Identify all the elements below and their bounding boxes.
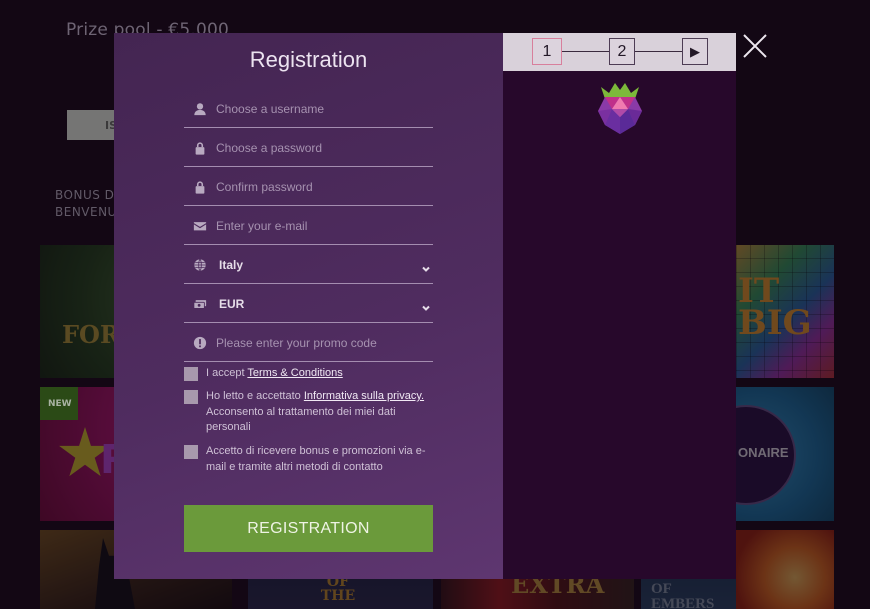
marketing-label: Accetto di ricevere bonus e promozioni v…: [206, 445, 426, 473]
registration-modal: Registration Choose a username Choose a …: [114, 33, 503, 579]
game-tile-hit-it-big[interactable]: IT BIG: [736, 245, 834, 378]
close-icon: [743, 34, 767, 58]
marketing-checkbox-row: Accetto di ricevere bonus e promozioni v…: [184, 444, 434, 475]
step-indicator: 1 2 ▶: [503, 33, 736, 71]
username-input[interactable]: Choose a username: [184, 90, 433, 128]
chevron-down-icon: [421, 259, 431, 272]
bonus-text-line2: BENVENU: [55, 205, 117, 219]
step-connector: [561, 51, 609, 52]
registration-side-panel: 1 2 ▶: [503, 33, 736, 579]
chevron-down-icon: [421, 298, 431, 311]
privacy-link[interactable]: Informativa sulla privacy.: [304, 390, 424, 402]
terms-checkbox[interactable]: [184, 367, 198, 381]
game-tile-millionaire[interactable]: ONAIRE: [736, 387, 834, 521]
country-select[interactable]: Italy: [184, 246, 433, 284]
currency-select[interactable]: EUR: [184, 285, 433, 323]
promo-code-input[interactable]: Please enter your promo code: [184, 324, 433, 362]
privacy-checkbox-row: Ho letto e accettato Informativa sulla p…: [184, 389, 434, 436]
country-value: Italy: [219, 257, 244, 272]
exclamation-icon: [192, 335, 208, 351]
username-placeholder: Choose a username: [216, 101, 325, 116]
bonus-text-line1: BONUS D: [55, 188, 115, 202]
currency-value: EUR: [219, 296, 245, 311]
email-placeholder: Enter your e-mail: [216, 218, 308, 233]
privacy-label: Ho letto e accettato Informativa sulla p…: [206, 389, 434, 436]
globe-icon: [192, 257, 208, 273]
privacy-prefix: Ho letto e accettato: [206, 390, 304, 402]
password-placeholder: Choose a password: [216, 140, 323, 155]
game-tile-fire-lady[interactable]: [736, 530, 834, 609]
close-modal-button[interactable]: [741, 32, 769, 60]
privacy-suffix: Acconsento al trattamento dei miei dati …: [206, 405, 396, 434]
lock-icon: [192, 179, 208, 195]
terms-link[interactable]: Terms & Conditions: [247, 367, 342, 379]
new-badge: NEW: [40, 387, 78, 420]
promo-code-placeholder: Please enter your promo code: [216, 335, 377, 350]
raspberry-logo-icon: [598, 83, 642, 134]
step-2: 2: [609, 38, 635, 65]
lock-icon: [192, 140, 208, 156]
user-icon: [192, 101, 208, 117]
step-1: 1: [532, 38, 562, 65]
confirm-password-placeholder: Confirm password: [216, 179, 313, 194]
confirm-password-input[interactable]: Confirm password: [184, 168, 433, 206]
privacy-checkbox[interactable]: [184, 390, 198, 404]
money-icon: [192, 296, 208, 312]
terms-checkbox-row: I accept Terms & Conditions: [184, 366, 434, 382]
bonus-text: BONUS D BENVENU: [55, 187, 117, 221]
envelope-icon: [192, 218, 208, 234]
marketing-checkbox[interactable]: [184, 445, 198, 459]
terms-prefix: I accept: [206, 367, 248, 379]
terms-label: I accept Terms & Conditions: [206, 366, 343, 382]
step-next-play-icon: ▶: [682, 38, 708, 65]
email-input[interactable]: Enter your e-mail: [184, 207, 433, 245]
modal-title: Registration: [249, 47, 368, 72]
password-input[interactable]: Choose a password: [184, 129, 433, 167]
registration-submit-button[interactable]: REGISTRATION: [184, 505, 433, 552]
step-connector: [635, 51, 683, 52]
